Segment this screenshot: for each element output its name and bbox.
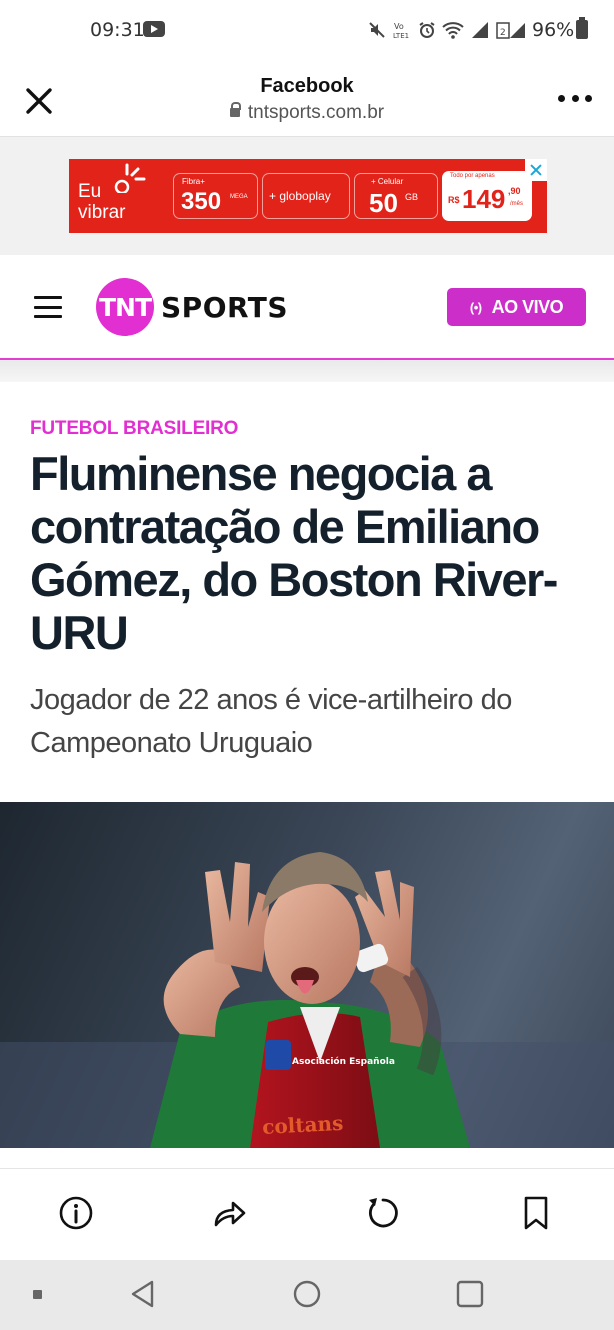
article-hero-image[interactable]: Asociación Española coltans xyxy=(0,802,614,1148)
bookmark-icon[interactable] xyxy=(518,1195,554,1231)
ad-price-currency: R$ xyxy=(448,195,460,205)
volte-icon: VoLTE1 xyxy=(393,22,409,40)
live-button-label: AO VIVO xyxy=(491,296,564,317)
browser-title: Facebook xyxy=(260,75,354,97)
browser-url[interactable]: tntsports.com.br xyxy=(0,102,614,124)
reload-icon[interactable] xyxy=(365,1195,401,1231)
live-button[interactable]: (•) AO VIVO xyxy=(447,288,586,326)
info-icon[interactable] xyxy=(58,1195,94,1231)
live-broadcast-icon: (•) xyxy=(469,299,482,315)
ad-box3-small: + Celular xyxy=(371,177,404,186)
jersey-sponsor: coltans xyxy=(262,1111,344,1139)
mute-icon xyxy=(369,22,385,38)
jersey-text: Asociación Española xyxy=(292,1056,395,1067)
ad-banner[interactable]: Eu vibrar Fibra+ 350 MEGA + globoplay + … xyxy=(69,159,547,233)
ad-brand-line2: vibrar xyxy=(78,202,126,223)
youtube-icon xyxy=(143,21,165,37)
status-bar: 09:31 Vo LTE1 2 96% xyxy=(0,0,614,62)
ad-area: Eu vibrar Fibra+ 350 MEGA + globoplay + … xyxy=(0,137,614,255)
ad-box2-text: + globoplay xyxy=(269,189,331,203)
share-icon[interactable] xyxy=(211,1195,247,1231)
ad-box3-unit: GB xyxy=(405,192,419,202)
back-icon[interactable] xyxy=(128,1279,158,1309)
article-subheadline: Jogador de 22 anos é vice-artilheiro do … xyxy=(30,684,512,759)
club-badge-icon xyxy=(265,1040,291,1070)
status-time: 09:31 xyxy=(90,19,145,41)
signal-sim2-icon: 2 xyxy=(496,22,525,39)
hamburger-menu-icon[interactable] xyxy=(34,296,62,318)
ad-price-box: Todo por apenas R$ 149 ,90 /mês xyxy=(442,171,532,221)
ad-price-cents: ,90 xyxy=(508,186,521,196)
article-category[interactable]: FUTEBOL BRASILEIRO xyxy=(30,418,238,440)
battery-icon xyxy=(576,17,588,39)
in-app-browser-header: Facebook tntsports.com.br xyxy=(0,62,614,137)
ad-box-fibra: Fibra+ 350 MEGA xyxy=(173,173,258,219)
ad-price-main: 149 xyxy=(462,184,506,214)
battery-percentage: 96% xyxy=(532,19,575,41)
sports-logo-word[interactable]: SPORTS xyxy=(161,291,288,324)
alarm-icon xyxy=(419,22,435,38)
svg-text:Vo: Vo xyxy=(394,22,404,31)
status-icons: Vo LTE1 2 xyxy=(368,18,526,42)
ad-brand-line1: Eu xyxy=(78,181,102,202)
recents-dot-icon xyxy=(33,1290,42,1299)
overview-icon[interactable] xyxy=(456,1280,484,1308)
lock-icon xyxy=(229,102,241,117)
wifi-icon xyxy=(442,22,464,39)
signal-icon xyxy=(472,22,488,38)
android-navigation-bar xyxy=(0,1260,614,1330)
svg-text:2: 2 xyxy=(500,28,506,38)
site-header: TNT SPORTS (•) AO VIVO xyxy=(0,255,614,360)
home-icon[interactable] xyxy=(292,1279,322,1309)
tnt-logo[interactable]: TNT xyxy=(96,278,154,336)
ad-price-small: Todo por apenas xyxy=(450,173,495,179)
ad-price-period: /mês xyxy=(510,201,524,207)
header-shadow xyxy=(0,360,614,382)
svg-text:LTE1: LTE1 xyxy=(393,32,409,40)
browser-url-text: tntsports.com.br xyxy=(247,102,385,123)
ad-close-icon[interactable] xyxy=(525,159,547,181)
ad-box1-unit: MEGA xyxy=(230,194,248,200)
ad-box-globoplay: + globoplay xyxy=(262,173,350,219)
article-headline: Fluminense negocia a contratação de Emil… xyxy=(30,447,558,659)
claro-logo-icon xyxy=(114,163,146,193)
more-icon[interactable] xyxy=(558,95,592,105)
ad-box-celular: + Celular 50 GB xyxy=(354,173,438,219)
ad-box1-big: 350 xyxy=(181,188,222,215)
player-photo: Asociación Española coltans xyxy=(0,852,614,1148)
ad-box1-small: Fibra+ xyxy=(182,177,205,186)
ad-box3-big: 50 xyxy=(369,188,398,218)
browser-toolbar xyxy=(0,1168,614,1260)
